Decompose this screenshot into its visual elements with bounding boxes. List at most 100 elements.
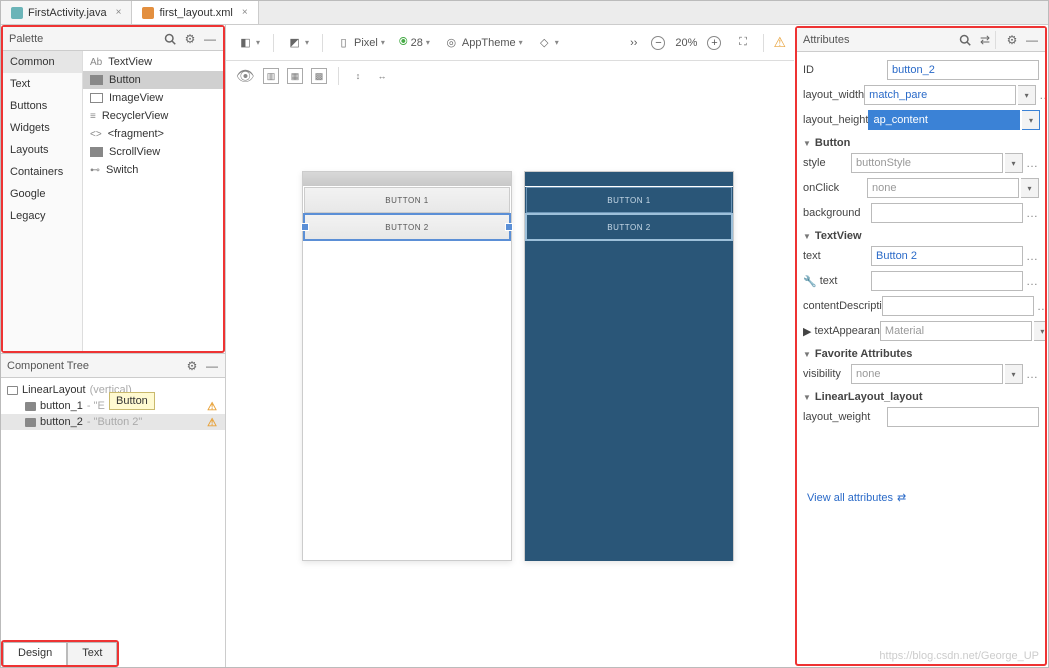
palette-item-textview[interactable]: AbTextView [83,53,223,71]
attributes-panel: Attributes ⇄ ⚙ — ID layout_width ▾… [795,26,1047,666]
search-icon[interactable] [163,32,177,46]
palette-cat-containers[interactable]: Containers [3,161,82,183]
cycle-icon[interactable]: ⇄ [978,33,992,47]
design-canvas[interactable]: BUTTON 1 BUTTON 2 BUTTON 1 BUTTON 2 [226,91,794,667]
tab-text[interactable]: Text [67,642,117,665]
more-icon[interactable]: … [1036,299,1045,313]
palette-item-imageview[interactable]: ImageView [83,89,223,107]
palette-cat-buttons[interactable]: Buttons [3,95,82,117]
attr-section-button[interactable]: ▼Button [803,137,1039,149]
attr-label-onclick: onClick [803,182,867,194]
orientation-select[interactable]: ◩▾ [283,33,313,52]
collapse-icon[interactable]: — [1025,33,1039,47]
more-actions[interactable]: ›› [626,35,641,51]
gear-icon[interactable]: ⚙ [185,359,199,373]
wrench-icon: 🔧 [803,275,817,288]
more-icon[interactable]: … [1025,249,1039,263]
palette-header: Palette ⚙ — [3,27,223,51]
more-icon[interactable]: … [1025,156,1039,170]
attr-input-layout-height[interactable] [868,110,1020,130]
attr-input-textappearance[interactable] [880,321,1032,341]
tree-row-button1[interactable]: button_1- "E Button ⚠ [1,398,225,414]
attr-input-contentdescription[interactable] [882,296,1034,316]
blueprint-button-2[interactable]: BUTTON 2 [526,214,732,240]
attr-input-background[interactable] [871,203,1023,223]
palette-cat-widgets[interactable]: Widgets [3,117,82,139]
preview-button-1[interactable]: BUTTON 1 [304,187,510,213]
pan-horizontal[interactable]: ↔ [374,68,390,84]
palette-cat-layouts[interactable]: Layouts [3,139,82,161]
attr-input-layout-weight[interactable] [887,407,1039,427]
design-toggle[interactable]: ▦ [287,68,303,84]
attr-section-linearlayout[interactable]: ▼LinearLayout_layout [803,391,1039,403]
more-icon[interactable]: … [1038,88,1045,102]
tree-row-button2[interactable]: button_2- "Button 2" ⚠ [1,414,225,430]
attr-input-style[interactable] [851,153,1003,173]
eye-icon[interactable]: 👁 [236,67,255,85]
palette-cat-common[interactable]: Common [3,51,82,73]
collapse-icon[interactable]: — [203,32,217,46]
file-tab-xml[interactable]: first_layout.xml × [132,1,258,24]
warning-icon[interactable]: ⚠ [207,400,217,413]
palette-cat-legacy[interactable]: Legacy [3,205,82,227]
attr-input-text[interactable] [871,246,1023,266]
gear-icon[interactable]: ⚙ [183,32,197,46]
zoom-percent[interactable]: 20% [675,37,697,49]
locale-select[interactable]: ◇▾ [533,33,563,52]
dropdown-button[interactable]: ▾ [1034,321,1045,341]
warning-icon[interactable]: ⚠ [207,416,217,429]
preview-button-2[interactable]: BUTTON 2 [304,214,510,240]
grid-toggle[interactable]: ▩ [311,68,327,84]
file-tabs: FirstActivity.java × first_layout.xml × [1,1,1048,25]
dropdown-button[interactable]: ▾ [1005,364,1023,384]
status-bar [303,172,511,186]
device-select[interactable]: ▯Pixel▾ [332,33,389,52]
close-icon[interactable]: × [116,7,122,18]
attr-input-id[interactable] [887,60,1039,80]
attr-section-favorite[interactable]: ▼Favorite Attributes [803,348,1039,360]
device-icon: ▯ [336,35,351,50]
palette-panel: Palette ⚙ — Common Text Buttons Widgets … [1,25,225,353]
dropdown-button[interactable]: ▾ [1021,178,1039,198]
attr-section-textview[interactable]: ▼TextView [803,230,1039,242]
palette-item-scrollview[interactable]: ScrollView [83,143,223,161]
close-icon[interactable]: × [242,7,248,18]
palette-item-fragment[interactable]: <><fragment> [83,125,223,143]
blueprint-toggle[interactable]: ▥ [263,68,279,84]
dropdown-button[interactable]: ▾ [1018,85,1036,105]
palette-item-recyclerview[interactable]: ≡RecyclerView [83,107,223,125]
palette-items: AbTextView Button ImageView ≡RecyclerVie… [83,51,223,351]
attr-input-layout-width[interactable] [864,85,1016,105]
palette-cat-text[interactable]: Text [3,73,82,95]
blueprint-button-1[interactable]: BUTTON 1 [526,187,732,213]
dropdown-button[interactable]: ▾ [1005,153,1023,173]
tab-design[interactable]: Design [3,642,67,665]
zoom-fit-button[interactable]: ⛶ [731,33,754,52]
image-icon [90,93,103,103]
attr-input-visibility[interactable] [851,364,1003,384]
palette-item-button[interactable]: Button [83,71,223,89]
api-select[interactable]: 🞊28▾ [395,34,434,51]
more-icon[interactable]: … [1025,206,1039,220]
more-icon[interactable]: … [1025,367,1039,381]
search-icon[interactable] [958,33,972,47]
view-all-attributes-link[interactable]: View all attributes⇄ [803,481,1039,514]
file-tab-java[interactable]: FirstActivity.java × [1,1,132,24]
component-tree-body: LinearLayout(vertical) button_1- "E Butt… [1,378,225,639]
more-icon[interactable]: … [1025,274,1039,288]
gear-icon[interactable]: ⚙ [1005,33,1019,47]
zoom-out-button[interactable]: − [647,34,669,52]
collapse-icon[interactable]: — [205,359,219,373]
palette-cat-google[interactable]: Google [3,183,82,205]
zoom-in-button[interactable]: + [703,34,725,52]
dropdown-button[interactable]: ▾ [1022,110,1040,130]
attr-input-text-tool[interactable] [871,271,1023,291]
surface-select[interactable]: ◧▾ [234,33,264,52]
pan-vertical[interactable]: ↕ [350,68,366,84]
palette-item-switch[interactable]: ⊷Switch [83,161,223,179]
attr-input-onclick[interactable] [867,178,1019,198]
warnings-icon[interactable]: ⚠ [773,34,786,51]
theme-select[interactable]: ◎AppTheme▾ [440,33,527,52]
file-tab-label: first_layout.xml [159,7,232,19]
more-icon[interactable]: … [1042,113,1045,127]
